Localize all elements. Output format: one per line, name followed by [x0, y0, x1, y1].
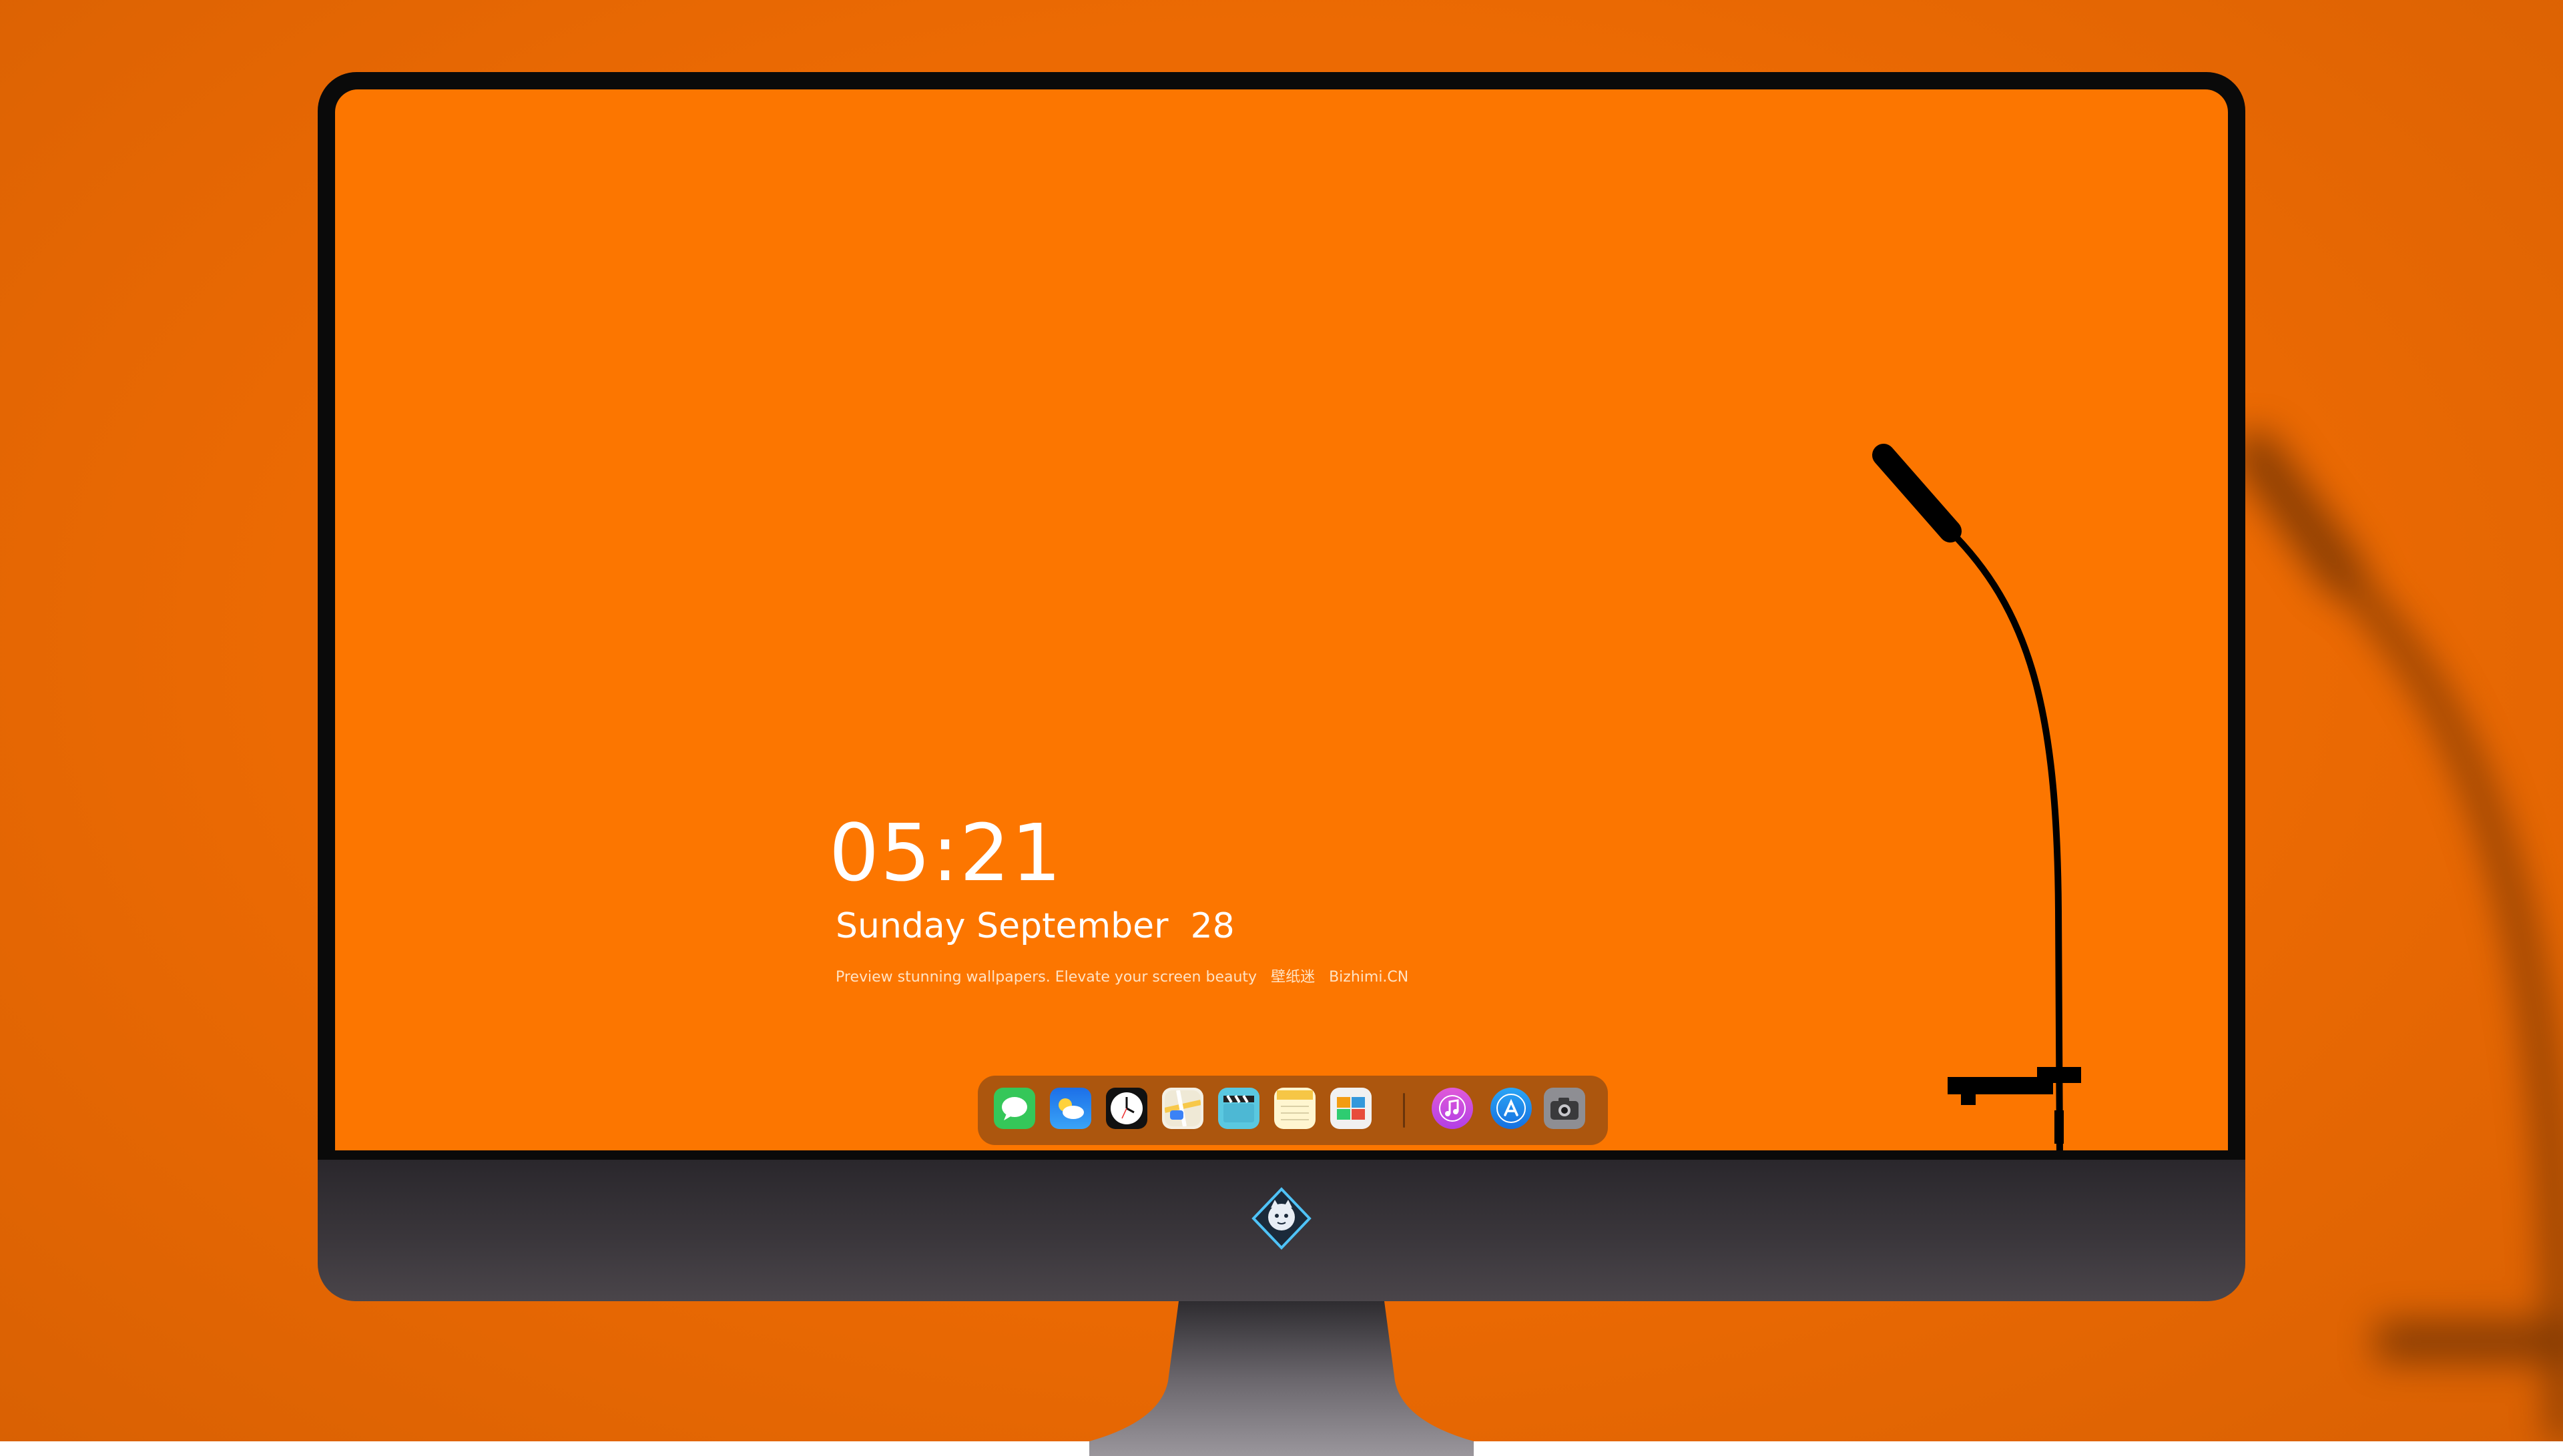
dock — [978, 1076, 1608, 1145]
sun-cloud-icon — [1059, 1098, 1084, 1119]
tagline-site[interactable]: Bizhimi.CN — [1329, 969, 1408, 986]
clock-app-icon[interactable] — [1106, 1088, 1147, 1129]
camera-icon — [1550, 1098, 1579, 1120]
app-store-app-icon[interactable] — [1490, 1088, 1532, 1129]
messages-app-icon[interactable] — [994, 1088, 1035, 1129]
tagline-preview: Preview stunning wallpapers. Elevate you… — [836, 969, 1257, 986]
map-icon — [1165, 1090, 1201, 1126]
lock-clock-time: 05:21 — [829, 807, 1063, 899]
date-day: 28 — [1190, 906, 1235, 946]
blurred-lamp-shadow — [2233, 430, 2563, 1441]
monitor-chin — [318, 1160, 2245, 1301]
clapperboard-icon — [1223, 1094, 1254, 1122]
wallpaper-tagline: Preview stunning wallpapers. Elevate you… — [836, 970, 1418, 985]
music-note-icon — [1439, 1095, 1466, 1122]
dock-separator — [1403, 1093, 1405, 1128]
notes-icon — [1277, 1090, 1313, 1120]
speech-bubble-icon — [1002, 1097, 1027, 1120]
video-app-icon[interactable] — [1218, 1088, 1259, 1129]
street-lamp-silhouette — [1872, 444, 2081, 1150]
app-store-icon — [1496, 1094, 1526, 1123]
desktop-screen[interactable]: 05:21 Sunday September 28 Preview stunni… — [335, 89, 2228, 1150]
clock-icon — [1111, 1092, 1143, 1124]
mascot-logo-icon — [1251, 1187, 1312, 1250]
photos-app-icon[interactable] — [1330, 1088, 1372, 1129]
screen-bezel: 05:21 Sunday September 28 Preview stunni… — [318, 72, 2245, 1160]
lock-date: Sunday September 28 — [836, 909, 1235, 944]
music-app-icon[interactable] — [1432, 1088, 1473, 1129]
photos-icon — [1337, 1097, 1365, 1120]
tagline-brand-cn: 壁纸迷 — [1271, 969, 1316, 986]
date-weekday-month: Sunday September — [836, 906, 1169, 946]
maps-app-icon[interactable] — [1162, 1088, 1203, 1129]
imac-monitor: 05:21 Sunday September 28 Preview stunni… — [318, 72, 2245, 1456]
camera-app-icon[interactable] — [1544, 1088, 1585, 1129]
monitor-stand — [1089, 1301, 1474, 1456]
weather-app-icon[interactable] — [1050, 1088, 1091, 1129]
notes-app-icon[interactable] — [1274, 1088, 1316, 1129]
